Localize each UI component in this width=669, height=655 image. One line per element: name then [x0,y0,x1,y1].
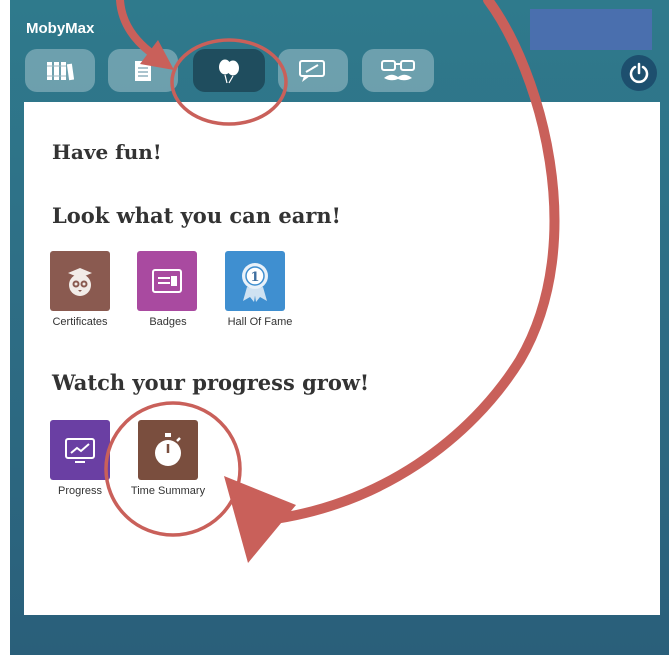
progress-tile[interactable] [50,420,110,480]
certificates-tile[interactable] [50,251,110,311]
badges-label: Badges [149,316,187,328]
hall-of-fame-tile[interactable]: 1 [225,251,285,311]
badge-icon [152,269,182,293]
certificates-label: Certificates [52,316,108,328]
content-panel: Have fun! Look what you can earn! Certif… [24,102,660,615]
balloons-icon [219,59,239,83]
time-summary-label: Time Summary [130,485,206,497]
screenshot-frame: MobyMax Have fun! Look what you can earn… [0,0,669,655]
time-summary-tile[interactable] [138,420,198,480]
have-fun-heading: Have fun! [52,140,162,164]
hall-of-fame-label: Hall Of Fame [227,316,293,328]
certificate-owl-icon [68,268,92,296]
app-title: MobyMax [26,20,95,37]
earn-heading: Look what you can earn! [52,203,341,228]
progress-heading: Watch your progress grow! [52,370,370,395]
power-icon [629,62,649,84]
assignments-icon [135,60,151,81]
avatar-glasses-icon [381,59,415,80]
redaction-box [530,9,652,50]
messages-icon [299,59,325,82]
library-icon [47,61,74,80]
svg-text:1: 1 [250,270,259,285]
nav-fun-button[interactable] [193,49,265,92]
nav-assignments-button[interactable] [108,49,178,92]
app-window: MobyMax Have fun! Look what you can earn… [10,0,669,655]
stopwatch-icon [155,433,181,466]
progress-label: Progress [57,485,103,497]
badges-tile[interactable] [137,251,197,311]
nav-avatar-button[interactable] [362,49,434,92]
ribbon-icon: 1 [242,263,268,302]
chart-icon [65,438,95,463]
nav-messages-button[interactable] [278,49,348,92]
logout-button[interactable] [621,55,657,91]
nav-library-button[interactable] [25,49,95,92]
